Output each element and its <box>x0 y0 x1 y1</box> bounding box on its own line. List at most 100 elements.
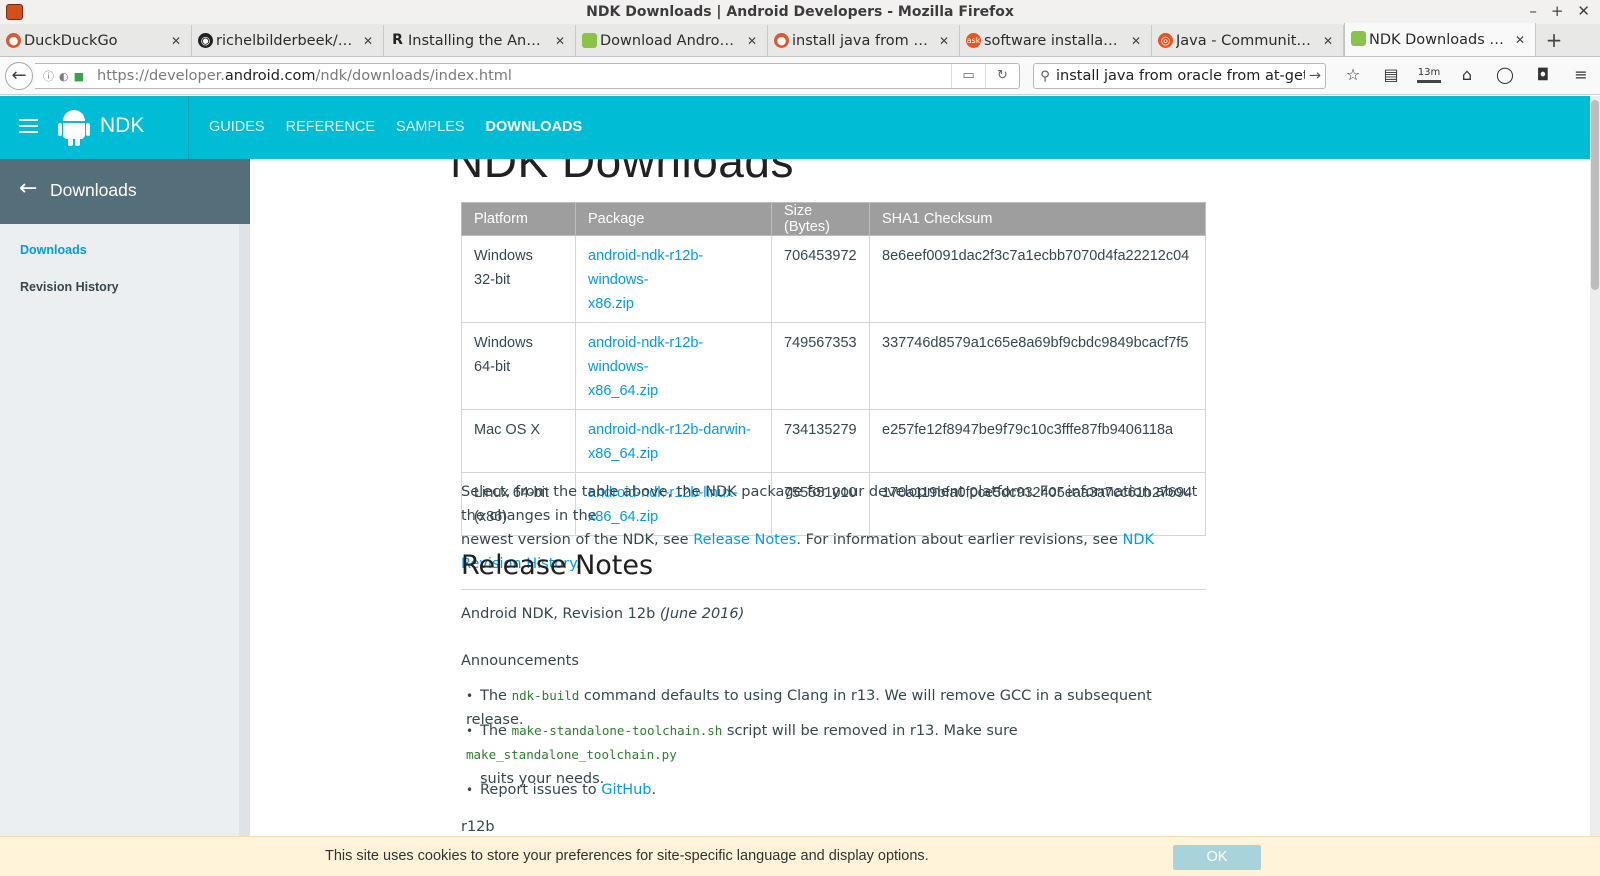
size-cell: 706453972 <box>771 235 870 323</box>
nav-samples[interactable]: SAMPLES <box>396 119 465 135</box>
tab-download-android[interactable]: Download Andro… ✕ <box>576 25 768 56</box>
platform-arch: 32-bit <box>474 272 511 288</box>
nav-downloads[interactable]: DOWNLOADS <box>486 119 583 135</box>
sidebar-header[interactable]: ← Downloads <box>0 159 250 224</box>
chat-bubble-icon[interactable]: ◯ <box>1486 65 1524 84</box>
table-row: Windows 64-bit android-ndk-r12b-windows-x… <box>461 322 1206 410</box>
code-make-standalone-sh: make-standalone-toolchain.sh <box>511 723 723 738</box>
site-name[interactable]: NDK <box>100 114 144 138</box>
nav-reference[interactable]: REFERENCE <box>286 119 375 135</box>
tab-close-icon[interactable]: ✕ <box>169 34 183 48</box>
sidebar-item-revision-history[interactable]: Revision History <box>20 280 119 294</box>
intro-text: newest version of the NDK, see <box>461 532 694 548</box>
tab-java-community[interactable]: ◎ Java - Communit… ✕ <box>1152 25 1344 56</box>
platform-name: Mac OS X <box>474 422 541 438</box>
sidebar-item-downloads[interactable]: Downloads <box>20 243 87 257</box>
maximize-icon[interactable]: + <box>1551 2 1564 20</box>
window-controls: – + ✕ <box>1529 2 1590 20</box>
tab-label: Installing the An… <box>408 32 541 49</box>
revision-date: (June 2016) <box>659 606 745 622</box>
url-bar[interactable]: ⓘ◐■ https://developer.android.com/ndk/do… <box>35 63 1020 89</box>
tab-installing[interactable]: R Installing the An… ✕ <box>384 25 576 56</box>
package-cell: android-ndk-r12b-windows-x86.zip <box>575 235 772 323</box>
tab-ndk-downloads[interactable]: NDK Downloads … ✕ <box>1344 23 1536 56</box>
column-header: SHA1 Checksum <box>869 202 1206 236</box>
tab-software-install[interactable]: ask software installa… ✕ <box>960 25 1152 56</box>
revision-line: Android NDK, Revision 12b (June 2016) <box>461 602 1206 626</box>
tab-label: Download Andro… <box>600 32 735 49</box>
reader-view-icon[interactable]: ▭ <box>951 64 985 88</box>
reload-icon[interactable]: ↻ <box>985 64 1019 88</box>
tab-close-icon[interactable]: ✕ <box>1513 33 1527 47</box>
tab-install-java[interactable]: ● install java from … ✕ <box>768 25 960 56</box>
release-notes-link[interactable]: Release Notes <box>693 532 796 548</box>
table-row: Mac OS X android-ndk-r12b-darwin-x86_64.… <box>461 409 1206 473</box>
tab-strip: ● DuckDuckGo ✕ ◉ richelbilderbeek/… ✕ R … <box>0 23 1600 57</box>
timer-badge-icon[interactable]: 13m <box>1417 65 1441 83</box>
site-header: NDK GUIDES REFERENCE SAMPLES DOWNLOADS <box>0 96 1590 159</box>
bookmark-star-icon[interactable]: ☆ <box>1334 65 1372 84</box>
column-header: Size (Bytes) <box>771 202 870 236</box>
bookmarks-list-icon[interactable]: ▤ <box>1372 65 1410 84</box>
search-input[interactable]: install java from oracle from at-get <box>1056 68 1305 84</box>
minimize-icon[interactable]: – <box>1529 2 1537 20</box>
back-button[interactable]: ← <box>5 62 33 90</box>
search-go-icon[interactable]: → <box>1305 68 1325 84</box>
tab-close-icon[interactable]: ✕ <box>553 34 567 48</box>
site-identity-icons[interactable]: ⓘ◐■ <box>35 68 97 84</box>
url-text[interactable]: https://developer.android.com/ndk/downlo… <box>97 68 951 84</box>
cookie-banner: This site uses cookies to store your pre… <box>0 836 1600 876</box>
hamburger-menu-icon[interactable] <box>19 119 38 133</box>
release-notes-heading: Release Notes <box>461 550 1206 590</box>
url-domain: android.com <box>224 68 316 84</box>
platform-name: Windows <box>474 248 533 264</box>
package-link[interactable]: android-ndk-r12b-darwin-x86_64.zip <box>588 422 751 462</box>
new-tab-button[interactable]: + <box>1536 25 1572 56</box>
package-link[interactable]: android-ndk-r12b-windows-x86.zip <box>588 248 703 312</box>
tab-label: software installa… <box>984 32 1118 49</box>
size-cell: 734135279 <box>771 409 870 473</box>
cookie-ok-button[interactable]: OK <box>1173 845 1261 870</box>
url-prefix: https://developer. <box>97 68 225 84</box>
bullet-icon: • <box>466 724 474 738</box>
intro-text: . For information about earlier revision… <box>796 532 1123 548</box>
platform-name: Windows <box>474 335 533 351</box>
tab-close-icon[interactable]: ✕ <box>1321 34 1335 48</box>
scrollbar-thumb[interactable] <box>1591 100 1599 290</box>
tab-github[interactable]: ◉ richelbilderbeek/… ✕ <box>192 25 384 56</box>
column-header: Package <box>575 202 772 236</box>
top-navigation: GUIDES REFERENCE SAMPLES DOWNLOADS <box>209 119 582 135</box>
pocket-icon[interactable]: ◘ <box>1524 65 1562 84</box>
search-bar[interactable]: ⚲ install java from oracle from at-get → <box>1033 63 1326 89</box>
tab-label: DuckDuckGo <box>24 32 118 49</box>
left-sidebar: ← Downloads Downloads Revision History <box>0 159 250 876</box>
tab-close-icon[interactable]: ✕ <box>745 34 759 48</box>
header-divider <box>188 96 189 159</box>
tab-close-icon[interactable]: ✕ <box>937 34 951 48</box>
android-icon <box>1351 31 1366 46</box>
tab-close-icon[interactable]: ✕ <box>1129 34 1143 48</box>
sha1-cell: 337746d8579a1c65e8a69bf9cbdc9849bcacf7f5 <box>869 322 1206 410</box>
ubuntu-icon: ◎ <box>1158 33 1173 48</box>
tab-duckduckgo[interactable]: ● DuckDuckGo ✕ <box>0 25 192 56</box>
tab-close-icon[interactable]: ✕ <box>361 34 375 48</box>
search-icon: ⚲ <box>1040 68 1050 84</box>
github-icon: ◉ <box>198 33 213 48</box>
tab-label: install java from … <box>792 32 928 49</box>
r-logo-icon: R <box>392 32 403 48</box>
close-window-icon[interactable]: ✕ <box>1577 2 1590 20</box>
home-icon[interactable]: ⌂ <box>1448 65 1486 84</box>
android-icon <box>582 33 597 48</box>
nav-guides[interactable]: GUIDES <box>209 119 265 135</box>
firefox-icon <box>6 4 23 20</box>
tab-label: Java - Communit… <box>1176 32 1311 49</box>
github-link[interactable]: GitHub <box>601 782 651 798</box>
package-cell: android-ndk-r12b-darwin-x86_64.zip <box>575 409 772 473</box>
back-arrow-icon[interactable]: ← <box>19 178 37 200</box>
bullet-icon: • <box>466 689 474 703</box>
code-make-standalone-py: make_standalone_toolchain.py <box>466 747 677 762</box>
menu-icon[interactable]: ≡ <box>1562 65 1600 84</box>
duckduckgo-icon: ● <box>774 33 789 48</box>
package-link[interactable]: android-ndk-r12b-windows-x86_64.zip <box>588 335 703 399</box>
android-logo-icon[interactable] <box>58 110 90 146</box>
